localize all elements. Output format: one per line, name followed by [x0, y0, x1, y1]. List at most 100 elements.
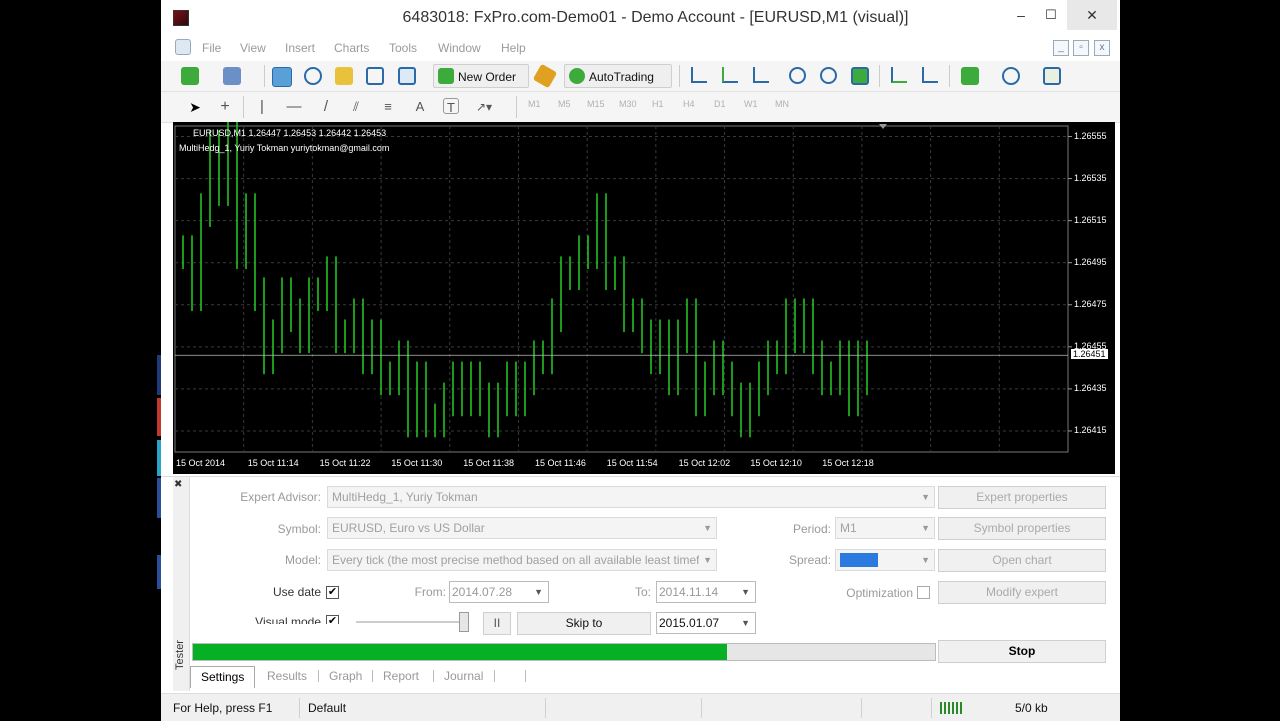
- symbol-label: Symbol:: [277, 522, 321, 536]
- timeframe-mn[interactable]: MN: [775, 99, 789, 109]
- tab-graph[interactable]: Graph: [329, 666, 362, 687]
- line-chart-icon[interactable]: [753, 67, 769, 83]
- menu-view[interactable]: View: [240, 41, 266, 55]
- text-label-icon[interactable]: T: [443, 98, 459, 115]
- menu-tools[interactable]: Tools: [389, 41, 417, 55]
- timeframe-m30[interactable]: M30: [619, 99, 637, 109]
- toolbar-separator: [264, 65, 265, 87]
- symbol-select[interactable]: EURUSD, Euro vs US Dollar ▼: [327, 517, 717, 539]
- skip-to-date-picker[interactable]: 2015.01.07 ▼: [656, 612, 756, 634]
- tile-windows-icon[interactable]: [851, 67, 869, 85]
- data-window-icon[interactable]: [304, 67, 322, 85]
- tester-close-icon[interactable]: ✖: [174, 479, 182, 490]
- tab-journal[interactable]: Journal: [444, 666, 483, 687]
- time-axis-label: 15 Oct 12:02: [678, 458, 731, 468]
- optimization-checkbox[interactable]: [917, 586, 930, 599]
- time-axis-label: 15 Oct 11:14: [247, 458, 299, 468]
- model-select[interactable]: Every tick (the most precise method base…: [327, 549, 717, 571]
- test-progress-bar: [192, 643, 936, 661]
- fibonacci-icon[interactable]: ≡: [379, 98, 397, 116]
- symbol-properties-button[interactable]: Symbol properties: [938, 517, 1106, 540]
- menu-insert[interactable]: Insert: [285, 41, 315, 55]
- expert-advisor-select[interactable]: MultiHedg_1, Yuriy Tokman ▼: [327, 486, 935, 508]
- spread-select[interactable]: ▼: [835, 549, 935, 571]
- timeframe-m1[interactable]: M1: [528, 99, 541, 109]
- mdi-minimize-button[interactable]: _: [1053, 40, 1069, 56]
- market-watch-icon[interactable]: [272, 67, 292, 87]
- time-axis-label: 15 Oct 12:18: [822, 458, 874, 468]
- modify-expert-button[interactable]: Modify expert: [938, 581, 1106, 604]
- trendline-icon[interactable]: /: [317, 98, 335, 116]
- tab-separator: [318, 670, 319, 682]
- metaeditor-icon[interactable]: [532, 63, 558, 89]
- autotrading-icon: [569, 68, 585, 84]
- candlestick-icon[interactable]: [722, 67, 738, 83]
- mdi-restore-button[interactable]: ▫: [1073, 40, 1089, 56]
- mdi-close-button[interactable]: x: [1094, 40, 1110, 56]
- visual-speed-slider[interactable]: [356, 621, 468, 623]
- pause-button[interactable]: II: [483, 612, 511, 635]
- horizontal-line-icon[interactable]: —: [285, 98, 303, 116]
- arrows-icon[interactable]: ↗▾: [475, 98, 493, 116]
- profiles-icon[interactable]: [223, 67, 241, 85]
- channel-icon[interactable]: ⫽: [347, 98, 365, 116]
- new-order-button[interactable]: New Order: [433, 64, 529, 88]
- window-title: 6483018: FxPro.com-Demo01 - Demo Account…: [402, 9, 909, 26]
- timeframe-m15[interactable]: M15: [587, 99, 605, 109]
- optimization-label: Optimization: [846, 586, 913, 600]
- chart-shift-icon[interactable]: [922, 67, 938, 83]
- spread-label: Spread:: [788, 553, 831, 567]
- templates-icon[interactable]: [1043, 67, 1061, 85]
- price-chart[interactable]: EURUSD,M1 1.26447 1.26453 1.26442 1.2645…: [173, 122, 1115, 474]
- timeframe-d1[interactable]: D1: [714, 99, 726, 109]
- timeframe-m5[interactable]: M5: [558, 99, 571, 109]
- periods-icon[interactable]: [1002, 67, 1020, 85]
- use-date-checkbox[interactable]: ✔: [326, 586, 339, 599]
- crosshair-icon[interactable]: +: [216, 98, 234, 116]
- indicators-icon[interactable]: [961, 67, 979, 85]
- visual-speed-thumb[interactable]: [459, 612, 469, 632]
- visual-mode-checkbox[interactable]: ✔: [326, 615, 339, 624]
- status-separator: [931, 698, 932, 718]
- terminal-icon[interactable]: [366, 67, 384, 85]
- chevron-down-icon: ▼: [921, 555, 930, 565]
- timeframe-h1[interactable]: H1: [652, 99, 664, 109]
- vertical-line-icon[interactable]: |: [253, 98, 271, 116]
- status-help-text: For Help, press F1: [173, 701, 273, 715]
- skip-to-button[interactable]: Skip to: [517, 612, 651, 635]
- stop-button[interactable]: Stop: [938, 640, 1106, 663]
- expert-advisor-value: MultiHedg_1, Yuriy Tokman: [332, 490, 478, 504]
- terminal-window: 6483018: FxPro.com-Demo01 - Demo Account…: [161, 0, 1120, 721]
- zoom-out-icon[interactable]: [820, 67, 837, 84]
- zoom-in-icon[interactable]: [789, 67, 806, 84]
- menu-file[interactable]: File: [202, 41, 221, 55]
- cursor-icon[interactable]: ➤: [186, 98, 204, 116]
- from-date-picker[interactable]: 2014.07.28 ▼: [449, 581, 549, 603]
- navigator-icon[interactable]: [335, 67, 353, 85]
- price-axis-label: 1.26415: [1074, 424, 1107, 435]
- tab-separator: [494, 670, 495, 682]
- text-icon[interactable]: A: [411, 98, 429, 116]
- expert-properties-button[interactable]: Expert properties: [938, 486, 1106, 509]
- menu-window[interactable]: Window: [438, 41, 481, 55]
- menu-charts[interactable]: Charts: [334, 41, 369, 55]
- tab-separator: [525, 670, 526, 682]
- to-date-picker[interactable]: 2014.11.14 ▼: [656, 581, 756, 603]
- close-button[interactable]: ✕: [1067, 0, 1117, 30]
- strategy-tester-icon[interactable]: [398, 67, 416, 85]
- autotrading-button[interactable]: AutoTrading: [564, 64, 672, 88]
- bar-chart-icon[interactable]: [691, 67, 707, 83]
- new-chart-icon[interactable]: [181, 67, 199, 85]
- new-order-label: New Order: [458, 70, 517, 84]
- timeframe-w1[interactable]: W1: [744, 99, 758, 109]
- tab-report[interactable]: Report: [383, 666, 419, 687]
- open-chart-button[interactable]: Open chart: [938, 549, 1106, 572]
- tab-results[interactable]: Results: [267, 666, 307, 687]
- menu-help[interactable]: Help: [501, 41, 526, 55]
- tab-settings[interactable]: Settings: [190, 666, 256, 688]
- period-select[interactable]: M1 ▼: [835, 517, 935, 539]
- timeframe-h4[interactable]: H4: [683, 99, 695, 109]
- chart-menu-icon[interactable]: [175, 39, 191, 55]
- autoscroll-icon[interactable]: [891, 67, 907, 83]
- chart-legend-symbol: EURUSD,M1 1.26447 1.26453 1.26442 1.2645…: [193, 128, 387, 138]
